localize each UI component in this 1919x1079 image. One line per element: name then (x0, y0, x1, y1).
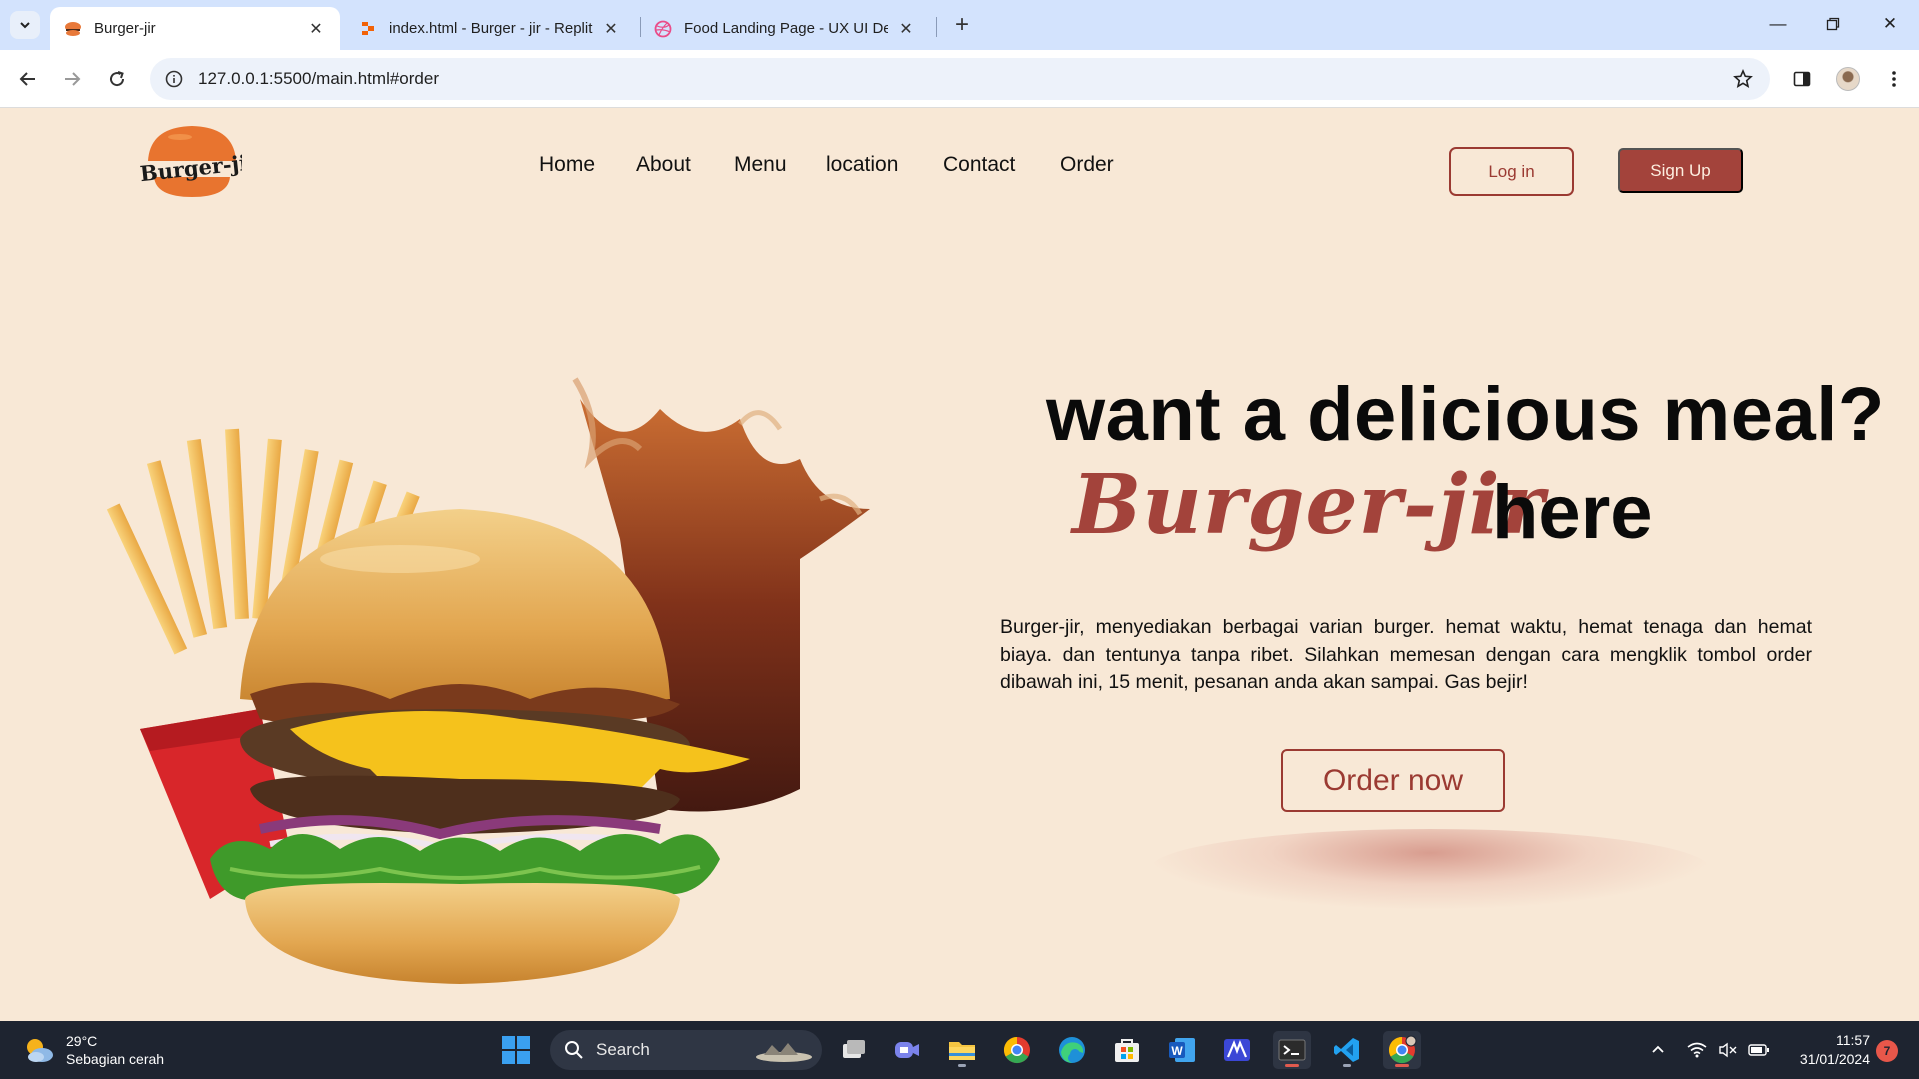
nav-order[interactable]: Order (1060, 153, 1114, 177)
taskbar-word[interactable]: W (1163, 1031, 1201, 1069)
running-indicator (1395, 1064, 1409, 1067)
running-indicator (1343, 1064, 1351, 1067)
site-info-icon[interactable] (164, 69, 184, 89)
close-tab-icon[interactable]: ✕ (306, 19, 326, 39)
hero-brand-name: Burger-jir (1072, 457, 1545, 553)
taskbar-chrome[interactable] (998, 1031, 1036, 1069)
avatar (1836, 67, 1860, 91)
close-tab-icon[interactable]: ✕ (601, 19, 621, 39)
dribbble-favicon-icon (654, 20, 672, 37)
url-text[interactable]: 127.0.0.1:5500/main.html#order (198, 69, 439, 89)
terminal-icon (1278, 1039, 1306, 1061)
taskbar-teams[interactable] (888, 1031, 926, 1069)
hero-here-text: here (1492, 470, 1653, 555)
side-panel-icon[interactable] (1786, 63, 1818, 95)
burger-meal-image (106, 377, 870, 984)
reload-button[interactable] (101, 63, 133, 95)
browser-menu-icon[interactable] (1878, 63, 1910, 95)
hero-description: Burger-jir, menyediakan berbagai varian … (1000, 616, 1812, 693)
taskbar-edge[interactable] (1053, 1031, 1091, 1069)
nav-contact[interactable]: Contact (943, 153, 1015, 177)
nav-about[interactable]: About (636, 153, 691, 177)
svg-text:W: W (1171, 1044, 1183, 1058)
order-now-button[interactable]: Order now (1281, 749, 1505, 812)
show-hidden-icons-button[interactable] (1648, 1039, 1668, 1061)
search-icon (565, 1041, 583, 1059)
tab-title: Food Landing Page - UX UI Design (684, 20, 888, 37)
search-label: Search (596, 1040, 650, 1059)
chrome-profile-icon (1388, 1035, 1417, 1064)
new-tab-button[interactable]: + (948, 11, 976, 39)
taskbar-store[interactable] (1108, 1031, 1146, 1069)
hero-headline: want a delicious meal? (1046, 372, 1885, 457)
partly-sunny-icon (27, 1039, 53, 1062)
close-tab-icon[interactable]: ✕ (896, 19, 916, 39)
tab-search-button[interactable] (10, 11, 40, 39)
battery-icon[interactable] (1746, 1039, 1772, 1061)
burger-favicon-icon (65, 21, 81, 36)
clock-date: 31/01/2024 (1799, 1051, 1870, 1067)
web-page: Burger-jir Home About Menu location Cont… (0, 109, 1919, 1021)
task-view-icon (843, 1040, 865, 1058)
browser-toolbar: 127.0.0.1:5500/main.html#order (0, 50, 1919, 108)
forward-button[interactable] (56, 63, 88, 95)
button-glow-shadow (1150, 829, 1710, 909)
system-clock[interactable]: 11:57 31/01/2024 (1780, 1031, 1870, 1069)
running-indicator (958, 1064, 966, 1067)
windows-start-icon[interactable] (500, 1034, 532, 1066)
weather-temperature: 29°C (66, 1033, 98, 1049)
tab-dribbble[interactable]: Food Landing Page - UX UI Design ✕ (640, 7, 930, 50)
notification-badge[interactable]: 7 (1876, 1040, 1898, 1062)
edge-icon (1059, 1037, 1085, 1063)
tab-title: index.html - Burger - jir - Replit (389, 20, 593, 37)
chrome-icon (1003, 1036, 1030, 1064)
address-bar[interactable]: 127.0.0.1:5500/main.html#order (150, 58, 1770, 100)
speaker-muted-icon[interactable] (1716, 1039, 1740, 1061)
close-window-icon[interactable]: ✕ (1872, 8, 1908, 40)
signup-button[interactable]: Sign Up (1618, 148, 1743, 193)
tab-separator (936, 17, 937, 37)
word-icon: W (1169, 1038, 1195, 1062)
video-call-icon (895, 1042, 919, 1058)
nav-home[interactable]: Home (539, 153, 595, 177)
nav-location[interactable]: location (826, 153, 898, 177)
minimize-window-icon[interactable]: — (1760, 8, 1796, 40)
ma-app-icon (1224, 1039, 1250, 1061)
chevron-up-icon (1652, 1045, 1664, 1053)
bookmark-star-icon[interactable] (1732, 68, 1754, 90)
replit-favicon-icon (362, 21, 374, 35)
running-indicator (1285, 1064, 1299, 1067)
arrow-right-icon (65, 72, 81, 86)
taskbar-search[interactable]: Search (550, 1030, 822, 1070)
login-button[interactable]: Log in (1449, 147, 1574, 196)
store-icon (1115, 1039, 1139, 1062)
arrow-left-icon (19, 72, 35, 86)
weather-widget[interactable]: 29°C Sebagian cerah (22, 1032, 164, 1068)
taskbar-chrome-active[interactable] (1383, 1031, 1421, 1069)
tab-burger-jir[interactable]: Burger-jir ✕ (50, 7, 340, 50)
vscode-icon (1334, 1038, 1359, 1062)
taskbar-app-ma[interactable] (1218, 1031, 1256, 1069)
back-button[interactable] (12, 63, 44, 95)
chevron-down-icon (20, 22, 30, 29)
clock-time: 11:57 (1836, 1032, 1870, 1048)
taskbar-vscode[interactable] (1328, 1031, 1366, 1069)
wifi-icon[interactable] (1685, 1039, 1709, 1061)
tab-replit[interactable]: index.html - Burger - jir - Replit ✕ (345, 7, 635, 50)
taskbar-file-explorer[interactable] (943, 1031, 981, 1069)
weather-condition: Sebagian cerah (66, 1051, 165, 1067)
nav-menu[interactable]: Menu (734, 153, 787, 177)
restore-window-icon[interactable] (1815, 8, 1851, 40)
taskbar-terminal[interactable] (1273, 1031, 1311, 1069)
folder-icon (949, 1042, 975, 1060)
windows-taskbar: 29°C Sebagian cerah Search W 11:57 31/01… (0, 1021, 1919, 1079)
profile-avatar[interactable] (1832, 63, 1864, 95)
tab-title: Burger-jir (94, 20, 156, 37)
taskbar-task-view[interactable] (835, 1031, 873, 1069)
search-highlight-art-icon (756, 1043, 812, 1062)
reload-icon (110, 71, 125, 87)
browser-tab-strip: Burger-jir ✕ index.html - Burger - jir -… (0, 0, 1919, 50)
